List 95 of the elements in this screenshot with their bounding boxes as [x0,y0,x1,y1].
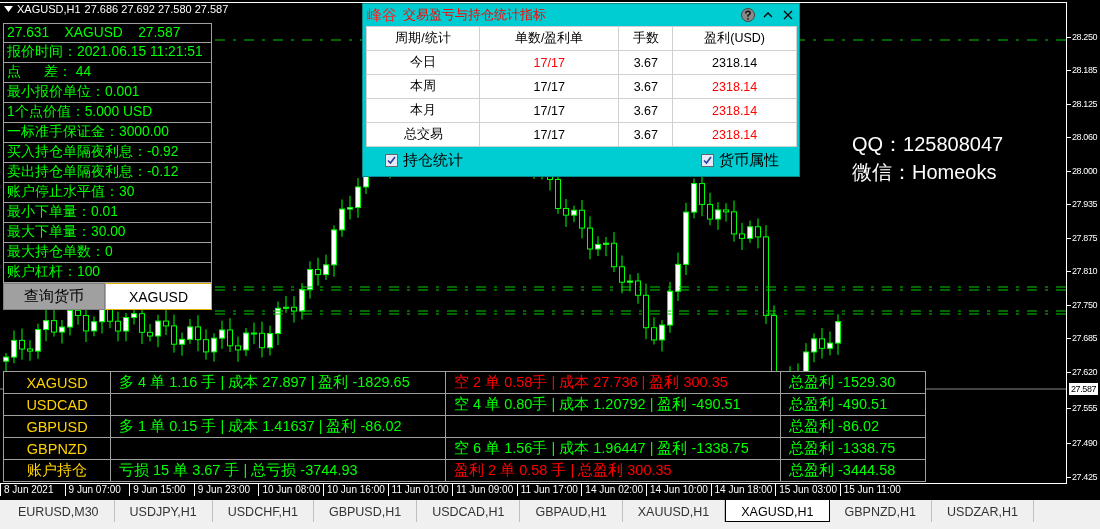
info-row: 点 差： 44 [3,63,212,83]
info-row: 最大下单量：30.00 [3,223,212,243]
table-cell: 3.67 [618,74,673,99]
info-row: 卖出持仓单隔夜利息：-0.12 [3,163,212,183]
table-cell: 2318.14 [672,50,797,75]
position-cell: 盈利 2 单 0.58 手 | 总盈利 300.35 [445,459,781,482]
info-row: 最小下单量：0.01 [3,203,212,223]
info-row: 账户杠杆：100 [3,263,212,283]
checkbox-label: 持仓统计 [403,151,463,170]
position-cell: 总盈利 -1529.30 [780,371,926,394]
symbol-tab[interactable]: XAGUSD,H1 [725,500,830,522]
price-label: 27.750 [1072,298,1098,311]
time-label: 14 Jun 18:00 [710,484,776,496]
contact-text: 微信：Homeoks [852,160,998,185]
time-label: 10 Jun 08:00 [258,484,323,496]
dialog-title: 交易盈亏与持仓统计指标 [403,6,547,24]
contact-text: QQ：125808047 [852,132,1004,157]
position-cell: 空 2 单 0.58手 | 成本 27.736 | 盈利 300.35 [445,371,781,394]
time-label: 15 Jun 11:00 [839,484,905,496]
time-label: 8 Jun 2021 [0,484,65,496]
symbol-cell: 账户持仓 [3,459,111,482]
current-price-tag: 27.587 [1069,383,1099,395]
checkbox[interactable] [701,154,714,167]
checkbox[interactable] [385,154,398,167]
time-label: 14 Jun 10:00 [645,484,711,496]
close-icon[interactable] [781,8,795,22]
price-label: 28.250 [1072,31,1098,43]
position-cell: 总盈利 -1338.75 [780,437,926,460]
time-label: 11 Jun 17:00 [516,484,582,496]
price-label: 27.490 [1072,436,1098,449]
price-label: 27.875 [1072,231,1098,244]
price-label: 28.060 [1072,131,1098,144]
column-header: 单数/盈利单 [479,26,619,51]
price-label: 27.620 [1072,365,1098,378]
table-cell: 本周 [366,74,480,99]
symbol-cell: XAGUSD [3,371,111,394]
time-label: 9 Jun 23:00 [193,484,259,496]
info-row: 账户停止水平值：30 [3,183,212,203]
query-button[interactable]: 查询货币 [3,283,105,310]
time-label: 9 Jun 07:00 [64,484,130,496]
column-header: 手数 [618,26,673,51]
table-cell: 3.67 [618,98,673,123]
symbol-cell: GBPUSD [3,415,111,438]
time-label: 14 Jun 02:00 [581,484,646,496]
table-cell: 3.67 [618,50,673,75]
position-cell: 空 6 单 1.56手 | 成本 1.96447 | 盈利 -1338.75 [445,437,781,460]
column-header: 盈利(USD) [672,26,797,51]
table-cell: 17/17 [479,122,619,147]
price-label: 28.000 [1072,164,1098,177]
info-row: 1个点价值：5.000 USD [3,103,212,123]
table-cell: 3.67 [618,122,673,147]
time-label: 9 Jun 15:00 [129,484,194,496]
table-cell: 2318.14 [672,98,797,123]
price-label: 28.185 [1072,64,1098,77]
position-cell: 总盈利 -3444.58 [780,459,926,482]
dropdown-triangle-icon[interactable] [4,6,13,12]
info-row: 27.631 XAGUSD 27.587 [3,23,212,43]
table-cell: 17/17 [479,98,619,123]
time-label: 11 Jun 01:00 [387,484,453,496]
position-cell: 总盈利 -86.02 [780,415,926,438]
table-cell: 今日 [366,50,480,75]
position-cell: 多 4 单 1.16 手 | 成本 27.897 | 盈利 -1829.65 [110,371,446,394]
symbol-cell: USDCAD [3,393,111,416]
info-row: 买入持仓单隔夜利息：-0.92 [3,143,212,163]
time-label: 15 Jun 03:00 [775,484,840,496]
help-icon[interactable] [741,8,755,22]
checkbox-label: 货币属性 [719,151,779,170]
table-cell: 2318.14 [672,122,797,147]
price-label: 27.555 [1072,402,1098,414]
info-row: 报价时间：2021.06.15 11:21:51 [3,43,212,63]
price-label: 27.685 [1072,332,1098,345]
price-label: 27.935 [1072,198,1098,211]
table-cell: 2318.14 [672,74,797,99]
price-label: 27.425 [1072,471,1098,483]
table-cell: 17/17 [479,74,619,99]
position-cell: 亏损 15 单 3.67 手 | 总亏损 -3744.93 [110,459,446,482]
dialog-logo: 峰谷 [367,5,397,25]
info-row: 一标准手保证金：3000.00 [3,123,212,143]
column-header: 周期/统计 [366,26,480,51]
info-row: 最小报价单位：0.001 [3,83,212,103]
table-cell: 本月 [366,98,480,123]
time-label: 10 Jun 16:00 [322,484,388,496]
position-cell: 多 1 单 0.15 手 | 成本 1.41637 | 盈利 -86.02 [110,415,446,438]
table-cell: 17/17 [479,50,619,75]
symbol-cell: GBPNZD [3,437,111,460]
info-row: 最大持仓单数：0 [3,243,212,263]
position-cell: 总盈利 -490.51 [780,393,926,416]
table-cell: 总交易 [366,122,480,147]
position-cell: 空 4 单 0.80手 | 成本 1.20792 | 盈利 -490.51 [445,393,781,416]
chart-symbol: XAGUSD,H1 [17,3,81,15]
price-label: 27.810 [1072,265,1098,278]
price-label: 28.125 [1072,97,1098,110]
chart-ohlc: 27.686 27.692 27.580 27.587 [84,3,229,15]
time-label: 11 Jun 09:00 [452,484,517,496]
symbol-input-field[interactable]: XAGUSD [105,283,212,310]
